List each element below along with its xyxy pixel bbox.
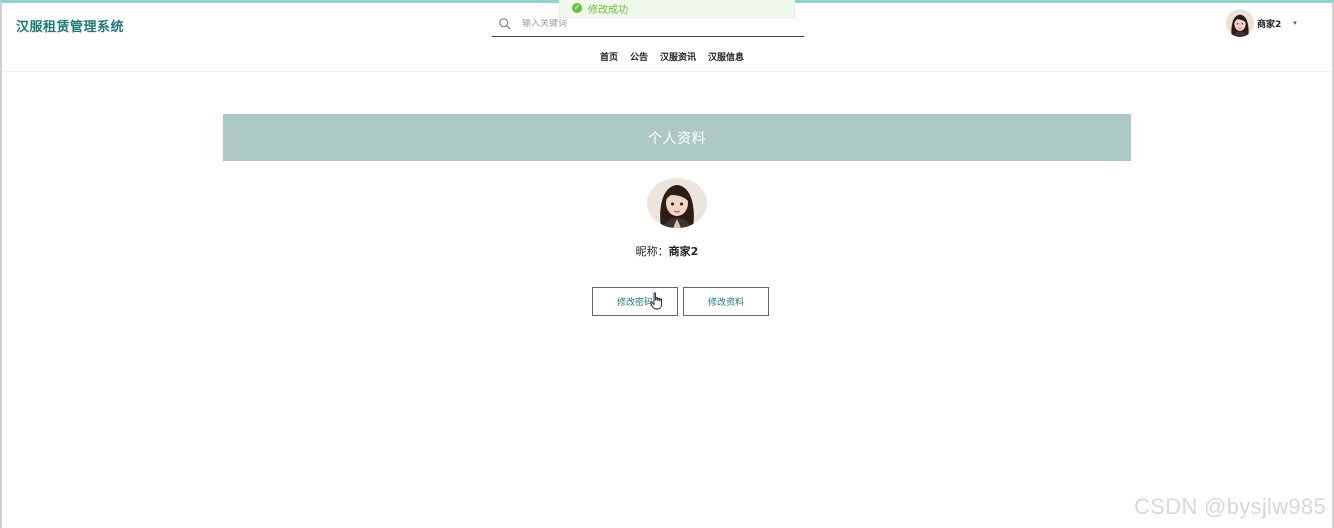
nav-item-announcements[interactable]: 公告 [630, 50, 648, 63]
edit-profile-button[interactable]: 修改资料 [683, 287, 769, 316]
profile-banner: 个人资料 [223, 114, 1131, 161]
hand-cursor-icon [650, 292, 663, 310]
check-circle-icon: ✓ [572, 3, 582, 13]
site-logo[interactable]: 汉服租赁管理系统 [16, 16, 124, 35]
chevron-down-icon[interactable]: ▾ [1293, 19, 1297, 27]
avatar-portrait-icon [1226, 9, 1254, 37]
user-name[interactable]: 商家2 [1257, 17, 1281, 30]
page-title: 个人资料 [648, 130, 706, 147]
watermark: CSDN @bysjlw985 [1134, 494, 1326, 519]
user-avatar[interactable] [1226, 9, 1254, 37]
nickname-value: 商家2 [668, 245, 699, 258]
change-password-button[interactable]: 修改密码 [592, 287, 678, 316]
nav-item-hanfu-info[interactable]: 汉服信息 [708, 50, 744, 63]
user-menu[interactable]: 商家2 ▾ [1226, 9, 1297, 37]
profile-avatar [647, 178, 707, 228]
avatar-portrait-icon [647, 178, 707, 228]
nickname-label: 昵称： [635, 245, 669, 258]
page: ✓ 修改成功 汉服租赁管理系统 输入关键词 商家2 ▾ 首页 公告 汉服资讯 汉… [0, 0, 1334, 528]
nickname-row: 昵称：商家2 [2, 243, 1332, 259]
search-input[interactable] [522, 18, 782, 29]
nav-item-home[interactable]: 首页 [600, 50, 618, 63]
profile-actions: 修改密码 修改资料 [592, 287, 774, 316]
main-nav: 首页 公告 汉服资讯 汉服信息 [2, 41, 1332, 72]
success-toast: ✓ 修改成功 [559, 0, 795, 18]
search-icon[interactable] [498, 17, 512, 31]
nav-item-hanfu-news[interactable]: 汉服资讯 [660, 50, 696, 63]
toast-message: 修改成功 [588, 5, 628, 16]
